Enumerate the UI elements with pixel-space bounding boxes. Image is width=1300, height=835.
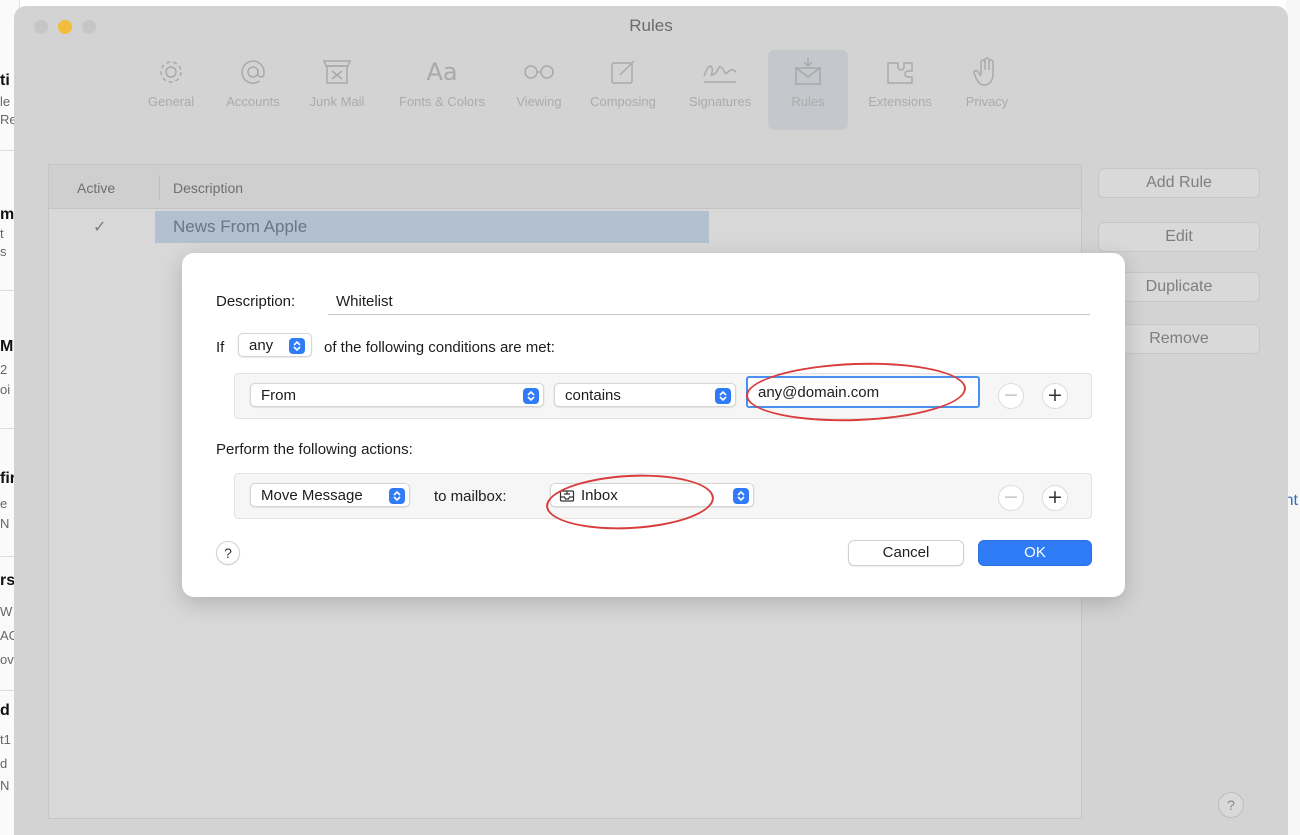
condition-field-value: From: [261, 387, 296, 404]
bg-text-fragment: s: [0, 244, 7, 259]
hand-icon: [973, 52, 1001, 92]
bg-text-fragment: 2: [0, 362, 8, 377]
bg-text-fragment: t1: [0, 732, 11, 747]
column-divider: [159, 175, 160, 199]
mailbox-icon: [559, 488, 575, 508]
bg-text-fragment: rs: [0, 572, 16, 589]
bg-text-fragment: m: [0, 206, 15, 223]
toolbar-item-composing[interactable]: Composing: [574, 50, 672, 130]
bg-text-fragment: N: [0, 778, 10, 793]
background-app-strip-right: [1286, 0, 1300, 835]
help-button[interactable]: ?: [216, 541, 240, 565]
edit-button[interactable]: Edit: [1098, 222, 1260, 252]
preferences-toolbar: General Accounts Junk Mail Aa Fonts & Co…: [130, 50, 1022, 130]
bg-text-fragment: e: [0, 496, 8, 511]
condition-operator-popup[interactable]: contains: [554, 383, 736, 407]
popup-stepper-icon: [715, 388, 731, 404]
table-header: Active Description: [49, 165, 1081, 209]
description-field[interactable]: [328, 289, 1090, 315]
toolbar-label: Junk Mail: [309, 94, 365, 109]
puzzle-icon: [884, 52, 916, 92]
action-type-value: Move Message: [261, 487, 363, 504]
condition-field-popup[interactable]: From: [250, 383, 544, 407]
conditions-suffix-label: of the following conditions are met:: [324, 339, 555, 356]
ok-button[interactable]: OK: [978, 540, 1092, 566]
column-header-active[interactable]: Active: [77, 180, 115, 196]
bg-text-fragment: d: [0, 756, 8, 771]
toolbar-label: General: [147, 94, 195, 109]
toolbar-item-general[interactable]: General: [130, 50, 212, 130]
gear-icon: [157, 52, 185, 92]
at-sign-icon: [237, 52, 269, 92]
bg-text-fragment: ti: [0, 72, 10, 89]
add-rule-button[interactable]: Add Rule: [1098, 168, 1260, 198]
toolbar-item-junk-mail[interactable]: Junk Mail: [294, 50, 380, 130]
condition-match-value: any: [249, 337, 274, 354]
popup-stepper-icon: [733, 488, 749, 504]
rules-envelope-icon: [792, 52, 824, 92]
bg-text-fragment: d: [0, 702, 10, 719]
bg-text-fragment: le: [0, 94, 11, 109]
toolbar-label: Composing: [590, 94, 656, 109]
condition-value-field[interactable]: [746, 376, 980, 408]
popup-stepper-icon: [389, 488, 405, 504]
table-row[interactable]: ✓ News From Apple: [49, 211, 1081, 243]
fonts-icon: Aa: [426, 52, 457, 92]
toolbar-item-accounts[interactable]: Accounts: [212, 50, 294, 130]
actions-label: Perform the following actions:: [216, 441, 413, 458]
toolbar-item-extensions[interactable]: Extensions: [848, 50, 952, 130]
mailbox-value: Inbox: [581, 487, 618, 504]
toolbar-label: Fonts & Colors: [399, 94, 485, 109]
bg-text-fragment: oi: [0, 382, 11, 397]
bg-text-fragment: N: [0, 516, 10, 531]
toolbar-item-rules[interactable]: Rules: [768, 50, 848, 130]
toolbar-label: Viewing: [516, 94, 562, 109]
condition-operator-value: contains: [565, 387, 621, 404]
toolbar-item-signatures[interactable]: Signatures: [672, 50, 768, 130]
signature-icon: [700, 52, 740, 92]
checkmark-icon[interactable]: ✓: [93, 217, 106, 237]
column-header-description[interactable]: Description: [173, 180, 243, 196]
toolbar-label: Rules: [791, 94, 825, 109]
toolbar-label: Accounts: [226, 94, 280, 109]
bg-text-fragment: t: [0, 226, 4, 241]
toolbar-label: Extensions: [868, 94, 932, 109]
junk-mail-icon: [321, 52, 353, 92]
if-label: If: [216, 339, 225, 356]
description-label: Description:: [216, 293, 296, 310]
fonts-glyph: Aa: [426, 58, 458, 86]
to-mailbox-label: to mailbox:: [434, 488, 507, 505]
compose-icon: [608, 52, 638, 92]
mailbox-popup[interactable]: Inbox: [550, 483, 754, 507]
rule-editor-sheet: Description: If any of the following con…: [182, 253, 1125, 597]
glasses-icon: [522, 52, 556, 92]
cancel-button[interactable]: Cancel: [848, 540, 964, 566]
window-help-button[interactable]: ?: [1218, 792, 1244, 818]
bg-text-fragment: W: [0, 604, 13, 619]
add-action-button[interactable]: +: [1042, 485, 1068, 511]
bg-text-fragment: ov: [0, 652, 14, 667]
toolbar-item-viewing[interactable]: Viewing: [504, 50, 574, 130]
toolbar-item-privacy[interactable]: Privacy: [952, 50, 1022, 130]
popup-stepper-icon: [523, 388, 539, 404]
condition-match-popup[interactable]: any: [238, 333, 312, 357]
remove-action-button[interactable]: −: [998, 485, 1024, 511]
toolbar-label: Signatures: [688, 94, 752, 109]
add-condition-button[interactable]: +: [1042, 383, 1068, 409]
remove-condition-button[interactable]: −: [998, 383, 1024, 409]
window-title: Rules: [629, 16, 673, 35]
popup-stepper-icon: [289, 338, 305, 354]
rule-description[interactable]: News From Apple: [155, 211, 709, 243]
toolbar-item-fonts-colors[interactable]: Aa Fonts & Colors: [380, 50, 504, 130]
action-type-popup[interactable]: Move Message: [250, 483, 410, 507]
toolbar-label: Privacy: [965, 94, 1009, 109]
